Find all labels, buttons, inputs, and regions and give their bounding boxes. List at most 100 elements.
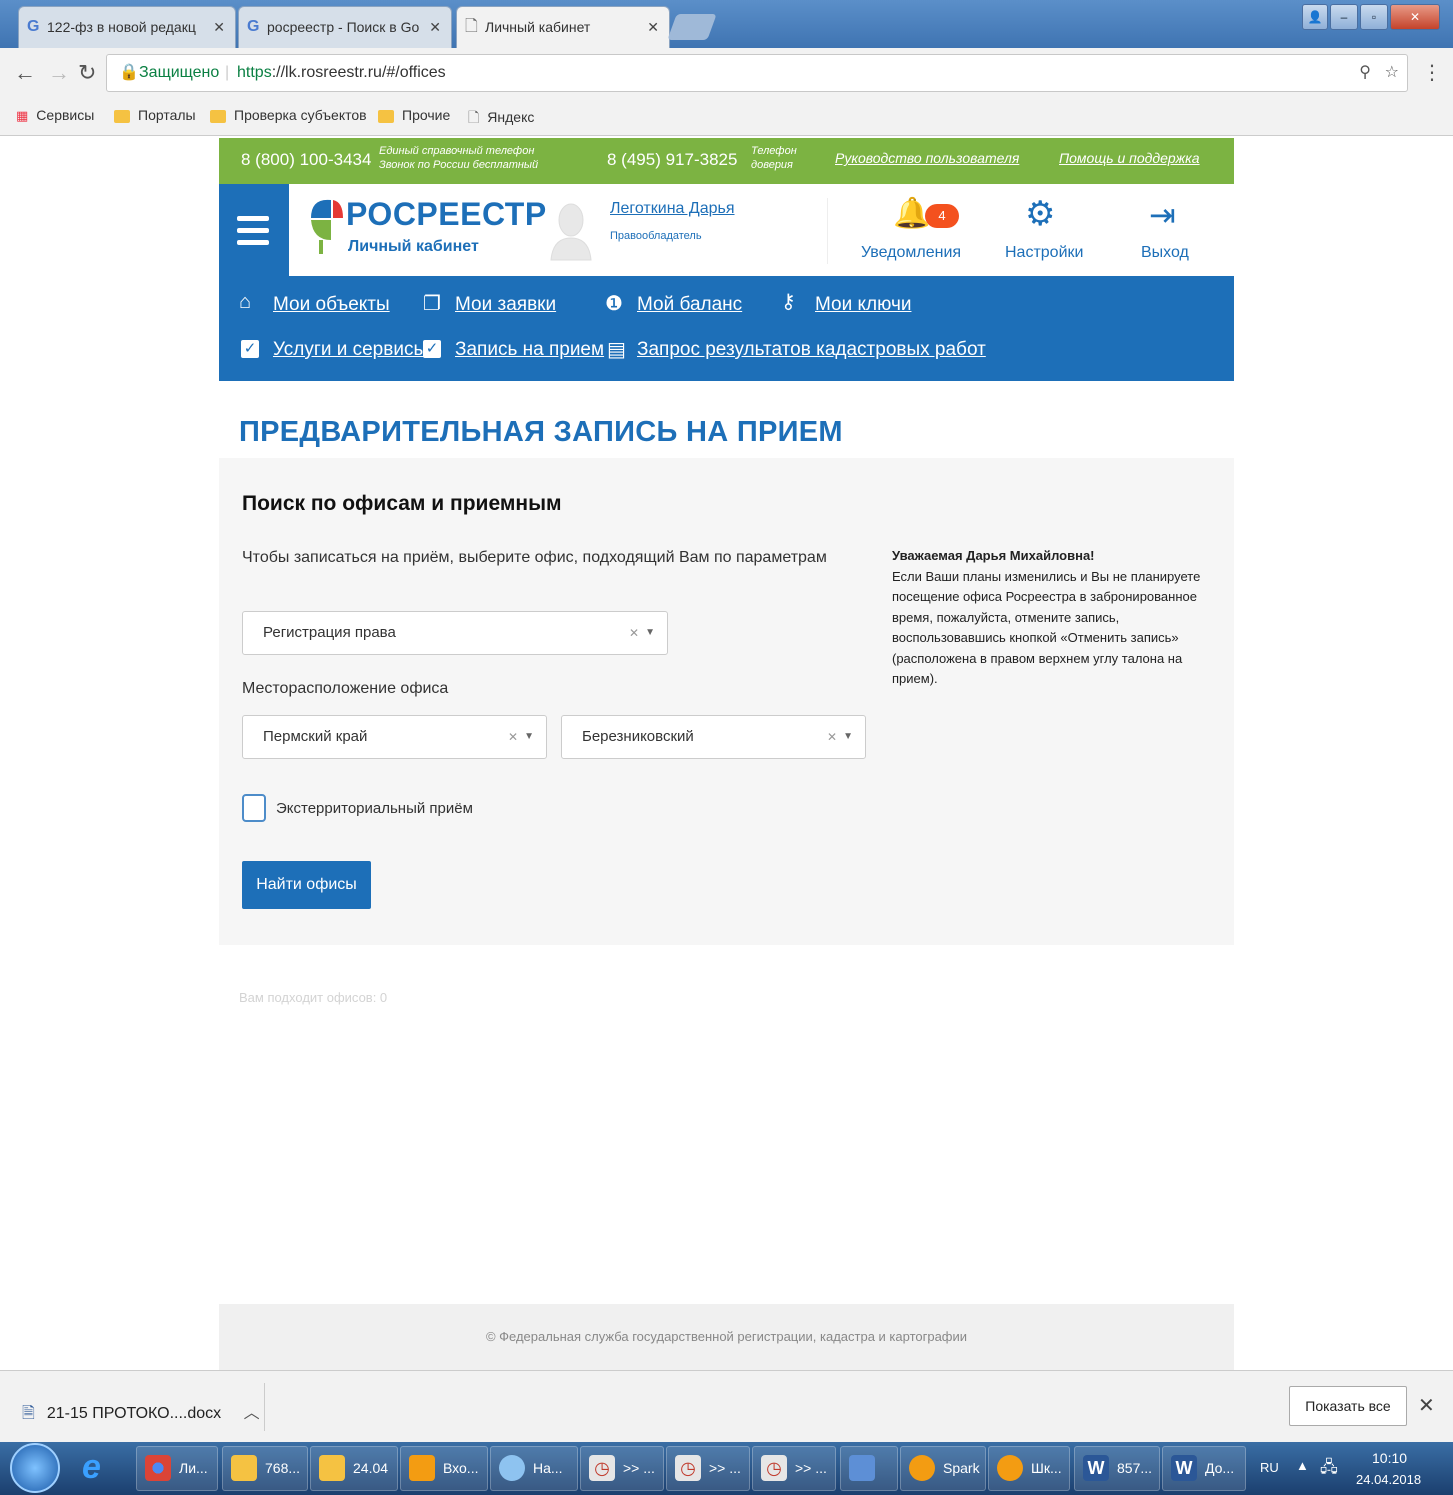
taskbar-chrome[interactable]: Ли... (136, 1446, 218, 1491)
region-select[interactable]: Пермский край ✕ ▼ (242, 715, 547, 759)
close-tab-icon[interactable]: ✕ (429, 7, 441, 47)
find-offices-button[interactable]: Найти офисы (242, 861, 371, 909)
taskbar-scheduler-3[interactable]: ◷ >> ... (752, 1446, 836, 1491)
new-tab-button[interactable] (667, 14, 717, 40)
maximize-button[interactable]: ▫ (1360, 4, 1388, 30)
chevron-up-icon[interactable]: ︿ (244, 1405, 260, 1422)
back-icon[interactable]: ← (14, 60, 36, 86)
close-window-button[interactable]: ✕ (1390, 4, 1440, 30)
clear-icon[interactable]: ✕ (827, 716, 837, 758)
nav-cadastral-results[interactable]: Запрос результатов кадастровых работ (637, 339, 986, 361)
bookmark-services[interactable]: ▦ Сервисы (16, 107, 94, 124)
start-button[interactable] (10, 1443, 60, 1493)
language-indicator[interactable]: RU (1260, 1460, 1279, 1475)
bookmark-other[interactable]: Прочие (378, 107, 450, 123)
taskbar-app-shk[interactable]: Шк... (988, 1446, 1070, 1491)
reload-icon[interactable]: ↻ (78, 60, 96, 86)
help-support-link[interactable]: Помощь и поддержка (1059, 150, 1200, 166)
tab-lk[interactable]: 🗋 Личный кабинет ✕ (456, 6, 670, 48)
logout-label: Выход (1141, 244, 1189, 261)
settings-button[interactable]: ⚙ Настройки (1001, 194, 1091, 274)
clock-date[interactable]: 24.04.2018 (1356, 1472, 1421, 1487)
folder-icon (319, 1455, 345, 1481)
nav-my-requests[interactable]: Мои заявки (455, 294, 556, 316)
zoom-icon[interactable]: ⚲ (1359, 55, 1371, 91)
support-note: Телефон доверия (751, 145, 797, 171)
address-bar-area: ← → ↻ 🔒 Защищено | https://lk.rosreestr.… (0, 48, 1453, 98)
taskbar-word-doc[interactable]: W До... (1162, 1446, 1246, 1491)
chrome-icon (145, 1455, 171, 1481)
bookmarks-bar: ▦ Сервисы Порталы Проверка субъектов Проч… (0, 98, 1453, 136)
minimize-button[interactable]: – (1330, 4, 1358, 30)
exterritorial-label[interactable]: Экстерриториальный приём (276, 800, 473, 817)
nav-my-objects[interactable]: Мои объекты (273, 294, 390, 316)
coin-icon: ❶ (605, 293, 623, 315)
chevron-down-icon[interactable]: ▼ (524, 716, 534, 758)
bookmark-yandex[interactable]: 🗋 Яндекс (468, 107, 534, 131)
bookmark-portals[interactable]: Порталы (114, 107, 196, 123)
taskbar-network-app[interactable] (840, 1446, 898, 1491)
url-input[interactable]: 🔒 Защищено | https://lk.rosreestr.ru/#/o… (106, 54, 1408, 92)
rosreestr-logo[interactable] (309, 196, 343, 261)
folder-icon (114, 109, 130, 123)
close-tab-icon[interactable]: ✕ (213, 7, 225, 47)
windows-taskbar: e Ли... 768... 24.04 Вхо... На... ◷ >> ..… (0, 1442, 1453, 1495)
notifications-button[interactable]: 🔔 4 Уведомления (855, 194, 965, 274)
scheduler-icon: ◷ (761, 1455, 787, 1481)
page-title: ПРЕДВАРИТЕЛЬНАЯ ЗАПИСЬ НА ПРИЕМ (239, 416, 843, 448)
site-header: РОСРЕЕСТР Личный кабинет Леготкина Дарья… (219, 184, 1234, 276)
taskbar-folder-2404[interactable]: 24.04 (310, 1446, 398, 1491)
district-select[interactable]: Березниковский ✕ ▼ (561, 715, 866, 759)
taskbar-scheduler-2[interactable]: ◷ >> ... (666, 1446, 750, 1491)
nav-appointment[interactable]: Запись на прием (455, 339, 604, 361)
nav-my-keys[interactable]: Мои ключи (815, 294, 911, 316)
app-icon (499, 1455, 525, 1481)
tray-expand-icon[interactable]: ▲ (1296, 1458, 1309, 1473)
taskbar-word-857[interactable]: W 857... (1074, 1446, 1160, 1491)
logout-button[interactable]: ⇥ Выход (1135, 194, 1195, 274)
folder-icon (231, 1455, 257, 1481)
forward-icon[interactable]: → (48, 60, 70, 86)
show-all-downloads-button[interactable]: Показать все (1289, 1386, 1407, 1426)
secure-label: Защищено (139, 64, 220, 81)
internet-explorer-icon[interactable]: e (82, 1448, 101, 1487)
hamburger-menu-button[interactable] (219, 184, 289, 276)
taskbar-spark[interactable]: Spark (900, 1446, 986, 1491)
close-downloads-icon[interactable]: ✕ (1418, 1393, 1435, 1418)
taskbar-app-na[interactable]: На... (490, 1446, 578, 1491)
mail-client-icon (409, 1455, 435, 1481)
taskbar-folder-768[interactable]: 768... (222, 1446, 308, 1491)
nav-my-balance[interactable]: Мой баланс (637, 294, 742, 316)
contact-strip: 8 (800) 100-3434 Единый справочный телеф… (219, 138, 1234, 184)
tab-search-rosreestr[interactable]: G росреестр - Поиск в Go ✕ (238, 6, 452, 48)
menu-dots-icon[interactable]: ⋮ (1422, 60, 1442, 85)
user-name-link[interactable]: Леготкина Дарья (610, 200, 735, 218)
user-role: Правообладатель (610, 230, 702, 242)
avatar-icon (549, 196, 593, 262)
browser-tab-bar: G 122-фз в новой редакц ✕ G росреестр - … (0, 0, 1453, 48)
page-icon: 🗋 (468, 109, 480, 125)
clear-icon[interactable]: ✕ (508, 716, 518, 758)
taskbar-mail[interactable]: Вхо... (400, 1446, 488, 1491)
star-icon[interactable]: ☆ (1385, 55, 1399, 91)
bookmark-check-subjects[interactable]: Проверка субъектов (210, 107, 367, 123)
exterritorial-checkbox[interactable] (242, 794, 266, 822)
clock-time[interactable]: 10:10 (1372, 1450, 1407, 1466)
profile-icon[interactable]: 👤 (1302, 4, 1328, 30)
hotline-note: Единый справочный телефон Звонок по Росси… (379, 145, 539, 171)
network-tray-icon[interactable]: 🖧 (1320, 1456, 1338, 1483)
clear-icon[interactable]: ✕ (629, 612, 639, 654)
system-tray: RU ▲ 🖧 10:10 24.04.2018 (1252, 1442, 1453, 1495)
chevron-down-icon[interactable]: ▼ (645, 612, 655, 654)
logout-icon: ⇥ (1149, 197, 1176, 233)
taskbar-scheduler-1[interactable]: ◷ >> ... (580, 1446, 664, 1491)
nav-services[interactable]: Услуги и сервисы (273, 339, 427, 361)
close-tab-icon[interactable]: ✕ (647, 7, 659, 47)
download-filename: 21-15 ПРОТОКО....docx (46, 1405, 222, 1422)
chevron-down-icon[interactable]: ▼ (843, 716, 853, 758)
tab-search-122fz[interactable]: G 122-фз в новой редакц ✕ (18, 6, 236, 48)
service-select[interactable]: Регистрация права ✕ ▼ (242, 611, 668, 655)
user-guide-link[interactable]: Руководство пользователя (835, 150, 1019, 166)
tab-title: росреестр - Поиск в Go (267, 19, 420, 35)
download-item[interactable]: 🗎 21-15 ПРОТОКО....docx ︿ (22, 1399, 260, 1429)
